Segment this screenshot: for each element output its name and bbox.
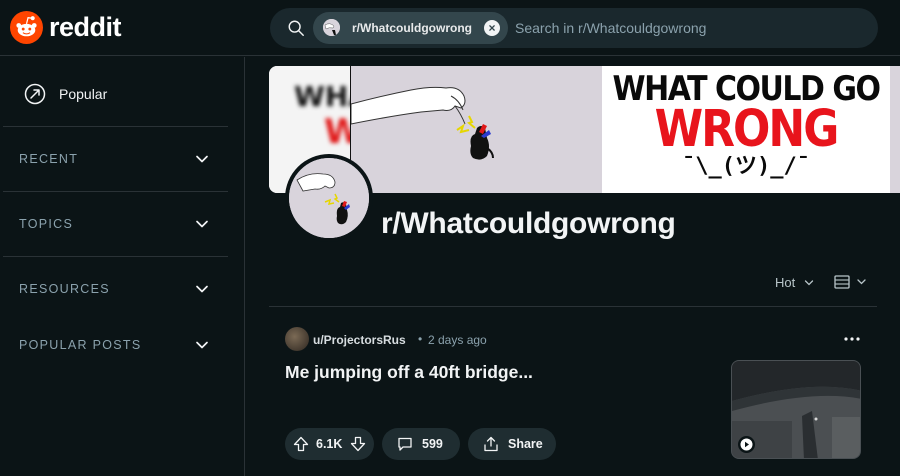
sidebar-section-label: RESOURCES: [19, 282, 110, 296]
post-timestamp: 2 days ago: [428, 333, 487, 347]
vote-count: 6.1K: [316, 437, 343, 451]
play-icon: [738, 436, 755, 453]
sidebar-divider: [3, 126, 228, 127]
downvote-icon[interactable]: [350, 436, 366, 452]
sidebar-section-recent[interactable]: RECENT: [3, 141, 228, 177]
share-label: Share: [508, 437, 543, 451]
banner-title-panel: WHAT COULD GO WRONG ¯\_(ツ)_/¯: [602, 66, 890, 193]
chevron-down-icon: [196, 220, 208, 228]
subreddit-search-chip[interactable]: r/Whatcouldgowrong ×: [313, 12, 508, 44]
snoo-icon: [10, 11, 43, 44]
sidebar-section-topics[interactable]: TOPICS: [3, 206, 228, 242]
brand-wordmark: reddit: [49, 12, 122, 42]
meta-separator: •: [418, 332, 423, 346]
subreddit-title: r/Whatcouldgowrong: [381, 207, 676, 240]
search-icon: [288, 20, 304, 36]
chevron-down-icon: [196, 155, 208, 163]
subreddit-avatar[interactable]: [285, 154, 373, 242]
subreddit-avatar-image: [289, 158, 369, 238]
author-avatar[interactable]: [285, 327, 309, 351]
trending-arrow-icon: [24, 83, 46, 105]
sidebar-item-popular[interactable]: Popular: [3, 75, 228, 113]
sidebar-section-resources[interactable]: RESOURCES: [3, 271, 228, 307]
upvote-icon[interactable]: [293, 436, 309, 452]
sidebar-section-label: RECENT: [19, 152, 79, 166]
left-sidebar: Popular RECENT TOPICS RESOURCES POPULAR …: [0, 57, 245, 476]
sidebar-item-label: Popular: [59, 86, 108, 102]
post-title[interactable]: Me jumping off a 40ft bridge...: [285, 362, 533, 383]
comments-button[interactable]: 599: [382, 428, 460, 460]
top-header: reddit r/Whatcouldgowrong ×: [0, 0, 900, 56]
chevron-down-icon: [804, 280, 814, 286]
comment-count: 599: [422, 437, 443, 451]
close-icon[interactable]: ×: [484, 20, 500, 36]
sidebar-section-label: TOPICS: [19, 217, 74, 231]
vote-bar: 6.1K: [285, 428, 374, 460]
sort-label: Hot: [775, 275, 796, 290]
sidebar-divider: [3, 191, 228, 192]
search-bar[interactable]: r/Whatcouldgowrong ×: [270, 8, 878, 48]
sidebar-section-label: POPULAR POSTS: [19, 338, 142, 352]
search-chip-label: r/Whatcouldgowrong: [352, 21, 472, 35]
banner-edge: [890, 66, 900, 193]
chevron-down-icon: [196, 285, 208, 293]
card-view-icon: [834, 275, 866, 289]
comment-icon: [398, 437, 412, 451]
search-input[interactable]: [515, 17, 855, 39]
post-author[interactable]: u/ProjectorsRus: [313, 333, 406, 347]
chevron-down-icon: [196, 341, 208, 349]
sidebar-section-popular-posts[interactable]: POPULAR POSTS: [3, 327, 228, 363]
more-options-icon[interactable]: [842, 332, 862, 346]
subreddit-chip-avatar: [323, 19, 340, 36]
reddit-logo[interactable]: reddit: [10, 11, 122, 44]
post-video-thumbnail[interactable]: [731, 360, 861, 459]
sidebar-divider: [3, 256, 228, 257]
feed-divider: [269, 306, 877, 307]
view-toggle-button[interactable]: [834, 275, 868, 289]
banner-hand-artwork: [350, 66, 602, 193]
share-button[interactable]: Share: [468, 428, 556, 460]
banner-shrug: ¯\_(ツ)_/¯: [682, 154, 810, 179]
share-icon: [484, 436, 498, 452]
